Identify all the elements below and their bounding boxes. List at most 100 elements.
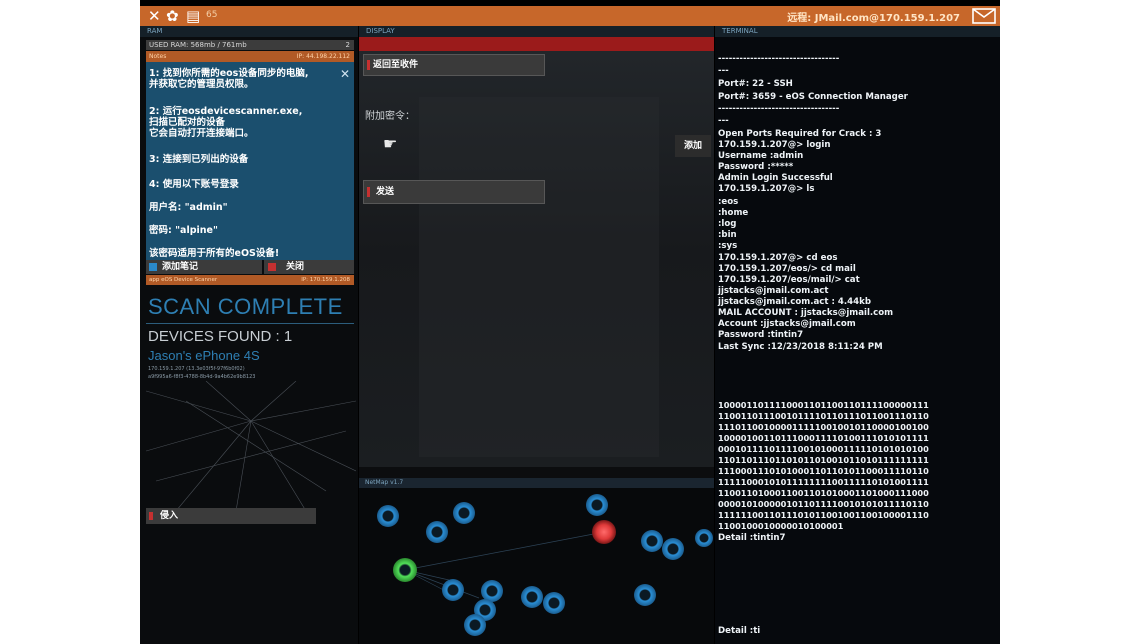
note-line: 2: 运行eosdevicescanner.exe, [149,106,303,117]
attachment-label: 附加密令： [365,111,415,122]
terminal-line: jjstacks@jmail.com.act [718,286,829,296]
netmap-title: NetMap v1.7 [359,478,714,488]
mail-client-display: 返回至收件 附加密令： ☛ 添加 发送 [359,37,714,467]
hack-button[interactable]: 侵入 [146,508,316,524]
ram-usage-text: USED RAM: 568mb / 761mb [149,41,247,49]
network-node[interactable] [634,584,656,606]
scanner-ip: IP: 170.159.1.208 [301,277,350,283]
game-screen: ✕ ✿ ▤ 65 远程: JMail.com@170.159.1.207 RAM… [140,0,1000,644]
terminal-line: ---------------------------------- [718,54,840,64]
terminal-line: MAIL ACCOUNT : jjstacks@jmail.com [718,308,894,318]
terminal-panel[interactable]: TERMINAL -------------------------------… [715,26,1000,644]
add-note-button[interactable]: 添加笔记 [146,260,262,274]
close-note-marker [268,263,276,271]
device-detail: a9f995a6-f8f3-4788-8b4d-9a4b62e9b8123 [148,374,256,380]
terminal-line: Port#: 3659 - eOS Connection Manager [718,92,908,102]
terminal-line: :bin [718,230,737,240]
terminal-line: :eos [718,197,739,207]
network-node[interactable] [543,592,565,614]
return-to-inbox-button[interactable]: 返回至收件 [363,54,545,76]
note-line: 1: 找到你所需的eos设备同步的电脑, [149,68,309,79]
terminal-line: 170.159.1.207@> ls [718,184,815,194]
network-node[interactable] [586,494,608,516]
send-label: 发送 [376,187,395,197]
notepad-window: ✕ 1: 找到你所需的eos设备同步的电脑, 并获取它的管理员权限。 2: 运行… [146,62,354,260]
close-icon[interactable]: ✕ [148,7,161,25]
send-marker [367,187,370,197]
device-detail: 170.159.1.207 (13.3e03f5f-97f6b0f02) [148,366,245,372]
binary-line: 1110110010000111110010010110000100100 [718,422,929,432]
note-line: 用户名: "admin" [149,202,228,213]
terminal-line: Last Sync :12/23/2018 8:11:24 PM [718,342,883,352]
screenshot-frame: ✕ ✿ ▤ 65 远程: JMail.com@170.159.1.207 RAM… [0,0,1131,644]
note-line: 并获取它的管理员权限。 [149,79,254,90]
scan-complete-heading: SCAN COMPLETE [148,294,343,319]
terminal-line: Username :admin [718,151,804,161]
scanner-titlebar[interactable]: app eOS Device Scanner IP: 170.159.1.208 [146,275,354,285]
binary-line: 1000011011110001101100110111100000111 [718,400,929,410]
display-panel: DISPLAY 返回至收件 附加密令： ☛ 添加 发送 NetMap v1.7 [359,26,714,644]
envelope-icon[interactable] [972,8,996,24]
ram-usage-bar: USED RAM: 568mb / 761mb 2 [146,40,354,50]
terminal-line: Password :***** [718,162,794,172]
document-icon[interactable]: ▤ [186,7,200,25]
terminal-line: :sys [718,241,738,251]
divider [146,323,354,324]
ram-title: RAM [140,26,358,37]
notepad-buttons: 添加笔记 关闭 [146,260,354,274]
send-button[interactable]: 发送 [363,180,545,204]
mail-address[interactable]: 远程: JMail.com@170.159.1.207 [787,9,960,24]
terminal-line: 170.159.1.207@> cd eos [718,253,838,263]
binary-line: 1111100010101111111100111110101001111 [718,477,929,487]
hack-marker [149,512,153,520]
terminal-input-line[interactable]: Detail :ti [718,626,760,637]
ram-process-count: 2 [345,41,350,49]
network-node[interactable] [695,529,713,547]
background-figure [419,97,659,457]
left-panel: RAM USED RAM: 568mb / 761mb 2 Notes IP: … [140,26,358,644]
close-icon[interactable]: ✕ [340,67,350,81]
hack-label: 侵入 [160,511,179,521]
terminal-line: :home [718,208,749,218]
binary-line: 1100110111001011110110111011001110110 [718,411,929,421]
network-node[interactable] [464,614,486,636]
binary-line: 1111110011011101011001001100100001110 [718,510,929,520]
add-note-label: 添加笔记 [162,262,199,272]
top-bar: ✕ ✿ ▤ 65 远程: JMail.com@170.159.1.207 [140,6,1000,26]
network-node[interactable] [641,530,663,552]
network-node[interactable] [521,586,543,608]
devices-found-count: DEVICES FOUND : 1 [148,328,293,345]
network-node[interactable] [592,520,616,544]
terminal-line: Password :tintin7 [718,330,804,340]
network-node[interactable] [393,558,417,582]
notepad-ip: IP: 44.198.22.112 [296,53,350,60]
network-node[interactable] [662,538,684,560]
network-node[interactable] [442,579,464,601]
add-attachment-button[interactable]: 添加 [675,135,711,157]
close-note-button[interactable]: 关闭 [264,260,354,274]
binary-line: 1000010011011100011110100111010101111 [718,433,929,443]
network-node[interactable] [426,521,448,543]
note-line: 该密码适用于所有的eOS设备! [149,248,280,259]
terminal-line: 170.159.1.207/eos/mail/> cat [718,275,860,285]
terminal-line: :log [718,219,737,229]
network-node[interactable] [453,502,475,524]
binary-line: 0001011110111100101000111110101010100 [718,444,929,454]
terminal-line: --- [718,66,729,76]
network-node[interactable] [481,580,503,602]
terminal-line: Admin Login Successful [718,173,833,183]
terminal-line: Port#: 22 - SSH [718,79,793,89]
terminal-line: ---------------------------------- [718,104,840,114]
scanner-title: app eOS Device Scanner [149,277,218,283]
notepad-titlebar[interactable]: Notes IP: 44.198.22.112 [146,51,354,62]
terminal-title: TERMINAL [715,26,1000,37]
terminal-line: Detail :tintin7 [718,533,786,543]
terminal-line: Account :jjstacks@jmail.com [718,319,856,329]
scan-lines-graphic [146,381,356,511]
gear-icon[interactable]: ✿ [166,7,179,25]
add-note-marker [149,263,157,271]
network-node[interactable] [377,505,399,527]
terminal-line: 170.159.1.207/eos/> cd mail [718,264,856,274]
return-marker [367,60,370,70]
device-name[interactable]: Jason's ePhone 4S [148,348,260,363]
